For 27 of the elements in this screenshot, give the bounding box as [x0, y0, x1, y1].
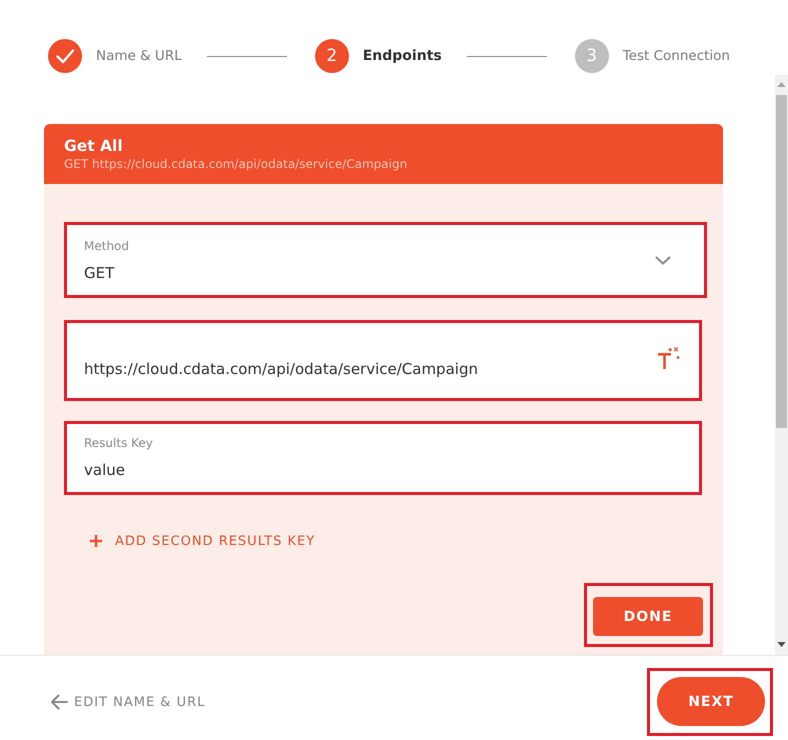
step-number-badge: 3: [574, 39, 609, 73]
select-field[interactable]: Method GET: [64, 222, 707, 298]
back-link[interactable]: EDIT NAME & URL: [50, 694, 206, 710]
scroll-down-arrow-icon[interactable]: [777, 642, 786, 647]
field-label: Method: [84, 238, 130, 255]
next-button[interactable]: NEXT: [657, 677, 765, 726]
arrow-left-icon: [50, 694, 68, 710]
scroll-up-arrow-icon[interactable]: [777, 82, 786, 87]
add-key-link[interactable]: ADD SECOND RESULTS KEY: [90, 532, 316, 550]
endpoint-subtitle: GET https://cloud.cdata.com/api/odata/service/Campaign: [64, 156, 408, 172]
step-label: Name & URL: [96, 48, 182, 64]
step-number-badge: 2: [314, 39, 349, 73]
step-label: Test Connection: [622, 48, 730, 64]
input-value: value: [84, 460, 125, 480]
input-field[interactable]: Results Key value: [64, 421, 702, 495]
plus-icon: [90, 535, 102, 547]
scrollbar-track[interactable]: [775, 75, 788, 655]
endpoint-title: Get All: [64, 136, 123, 156]
scrollbar-thumb[interactable]: [776, 95, 787, 428]
select-value: GET: [84, 263, 114, 284]
step-label: Endpoints: [362, 48, 442, 64]
field-label: Results Key: [84, 434, 153, 452]
text-sparkle-icon[interactable]: [657, 346, 681, 370]
input-field[interactable]: https://cloud.cdata.com/api/odata/service/Campaign: [64, 320, 702, 401]
chevron-down-icon[interactable]: [655, 256, 671, 264]
input-value: https://cloud.cdata.com/api/odata/service/Campaign: [84, 359, 478, 380]
done-button[interactable]: DONE: [593, 597, 703, 636]
